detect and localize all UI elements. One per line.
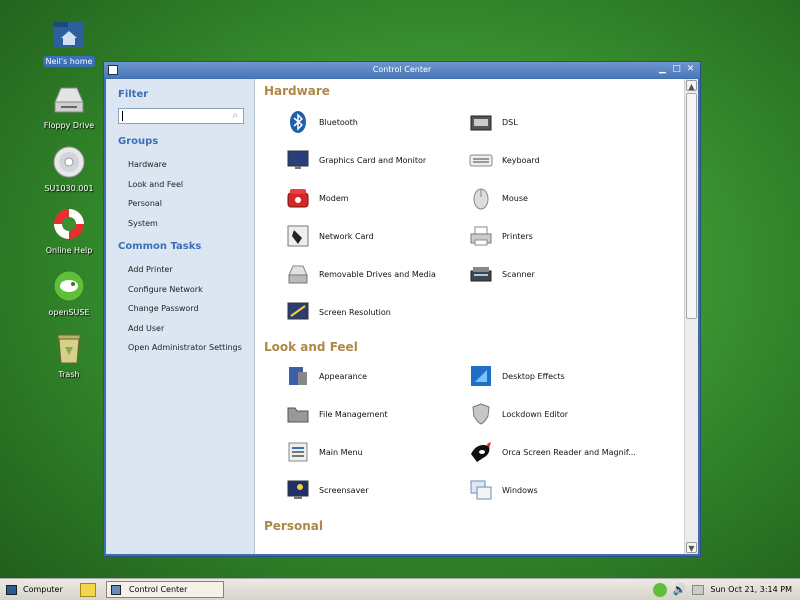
- desktop-icon-cd[interactable]: SU1030.001: [40, 145, 98, 194]
- printer-icon: [468, 223, 494, 249]
- phone-modem-icon: [285, 185, 311, 211]
- group-personal[interactable]: Personal: [118, 194, 254, 214]
- desktop-icon-trash[interactable]: Trash: [40, 331, 98, 380]
- item-desktop-effects[interactable]: Desktop Effects: [468, 363, 565, 389]
- desktop-icon-home[interactable]: Neil's home: [40, 18, 98, 67]
- opensuse-logo-icon: [51, 269, 87, 303]
- main-menu-icon: [285, 439, 311, 465]
- desktop-icon-help[interactable]: Online Help: [40, 207, 98, 256]
- screen-resolution-icon: [285, 299, 311, 325]
- home-folder-icon: [51, 18, 87, 52]
- taskbar: Computer Control Center 🔊 Sun Oct 21, 3:…: [0, 578, 800, 600]
- scroll-up-button[interactable]: ▲: [686, 80, 697, 91]
- search-input[interactable]: ⌕: [118, 108, 244, 124]
- keyboard-icon: [468, 147, 494, 173]
- item-network-card[interactable]: Network Card: [285, 223, 374, 249]
- task-change-password[interactable]: Change Password: [118, 299, 254, 319]
- appearance-icon: [285, 363, 311, 389]
- scroll-thumb[interactable]: [686, 93, 697, 319]
- task-open-admin-settings[interactable]: Open Administrator Settings: [118, 338, 254, 358]
- item-printers[interactable]: Printers: [468, 223, 533, 249]
- groups-heading: Groups: [118, 136, 159, 147]
- task-configure-network[interactable]: Configure Network: [118, 280, 254, 300]
- task-add-user[interactable]: Add User: [118, 319, 254, 339]
- desktop-icon-label: Online Help: [45, 246, 93, 255]
- cd-disc-icon: [51, 145, 87, 179]
- item-bluetooth[interactable]: Bluetooth: [285, 109, 358, 135]
- item-windows[interactable]: Windows: [468, 477, 538, 503]
- window-title: Control Center: [372, 65, 432, 74]
- desktop-effects-icon: [468, 363, 494, 389]
- desktop-icon-label: openSUSE: [48, 308, 90, 317]
- item-lockdown-editor[interactable]: Lockdown Editor: [468, 401, 568, 427]
- vertical-scrollbar[interactable]: ▲ ▼: [684, 79, 698, 554]
- item-dsl[interactable]: DSL: [468, 109, 518, 135]
- category-personal-heading: Personal: [264, 519, 323, 533]
- control-center-window: Control Center ▁ □ ✕ Filter ⌕ Groups Har…: [103, 61, 701, 557]
- item-orca[interactable]: Orca Screen Reader and Magnif...: [468, 439, 636, 465]
- scroll-down-button[interactable]: ▼: [686, 542, 697, 553]
- minimize-button[interactable]: ▁: [657, 64, 668, 75]
- computer-icon: [6, 584, 17, 595]
- task-add-printer[interactable]: Add Printer: [118, 260, 254, 280]
- item-keyboard[interactable]: Keyboard: [468, 147, 540, 173]
- item-modem[interactable]: Modem: [285, 185, 349, 211]
- desktop-icon-label: Neil's home: [42, 56, 96, 67]
- category-hardware-heading: Hardware: [264, 84, 330, 98]
- desktop-icon-label: Floppy Drive: [43, 121, 95, 130]
- screensaver-icon: [285, 477, 311, 503]
- scanner-icon: [468, 261, 494, 287]
- item-screen-resolution[interactable]: Screen Resolution: [285, 299, 391, 325]
- item-screensaver[interactable]: Screensaver: [285, 477, 369, 503]
- trash-icon: [51, 331, 87, 365]
- folder-icon: [285, 401, 311, 427]
- windows-icon: [468, 477, 494, 503]
- floppy-drive-icon: [51, 82, 87, 116]
- control-center-icon: [111, 584, 121, 595]
- item-graphics-card-monitor[interactable]: Graphics Card and Monitor: [285, 147, 426, 173]
- filter-heading: Filter: [118, 89, 149, 100]
- search-icon[interactable]: ⌕: [232, 110, 238, 121]
- category-look-and-feel-heading: Look and Feel: [264, 340, 358, 354]
- shield-icon: [468, 401, 494, 427]
- item-mouse[interactable]: Mouse: [468, 185, 528, 211]
- window-menu-icon[interactable]: [108, 65, 118, 75]
- orca-icon: [468, 439, 494, 465]
- group-hardware[interactable]: Hardware: [118, 155, 254, 175]
- lifebuoy-icon: [51, 207, 87, 241]
- updater-tray-icon[interactable]: [652, 582, 667, 597]
- common-tasks-heading: Common Tasks: [118, 241, 202, 252]
- clock[interactable]: Sun Oct 21, 3:14 PM: [710, 585, 792, 594]
- maximize-button[interactable]: □: [671, 64, 682, 75]
- group-look-and-feel[interactable]: Look and Feel: [118, 175, 254, 195]
- window-titlebar[interactable]: Control Center ▁ □ ✕: [104, 62, 700, 78]
- item-main-menu[interactable]: Main Menu: [285, 439, 363, 465]
- mouse-icon: [468, 185, 494, 211]
- item-removable-drives[interactable]: Removable Drives and Media: [285, 261, 436, 287]
- item-scanner[interactable]: Scanner: [468, 261, 535, 287]
- monitor-icon: [285, 147, 311, 173]
- network-tray-icon[interactable]: [692, 584, 705, 595]
- taskbar-task-control-center[interactable]: Control Center: [106, 581, 224, 598]
- bluetooth-icon: [285, 109, 311, 135]
- volume-icon[interactable]: 🔊: [673, 583, 687, 596]
- computer-menu-button[interactable]: Computer: [0, 584, 70, 595]
- desktop-icon-floppy[interactable]: Floppy Drive: [40, 82, 98, 131]
- content-panel: Hardware Bluetooth DSL Graphics Card and…: [255, 79, 698, 554]
- network-card-icon: [285, 223, 311, 249]
- desktop-icon-label: Trash: [58, 370, 80, 379]
- item-appearance[interactable]: Appearance: [285, 363, 367, 389]
- group-system[interactable]: System: [118, 214, 254, 234]
- dsl-modem-icon: [468, 109, 494, 135]
- item-file-management[interactable]: File Management: [285, 401, 388, 427]
- sidebar: Filter ⌕ Groups Hardware Look and Feel P…: [106, 79, 255, 554]
- close-button[interactable]: ✕: [685, 64, 696, 75]
- notes-launcher-icon[interactable]: [80, 582, 96, 597]
- desktop-icon-opensuse[interactable]: openSUSE: [40, 269, 98, 318]
- removable-drive-icon: [285, 261, 311, 287]
- desktop-icon-label: SU1030.001: [44, 184, 94, 193]
